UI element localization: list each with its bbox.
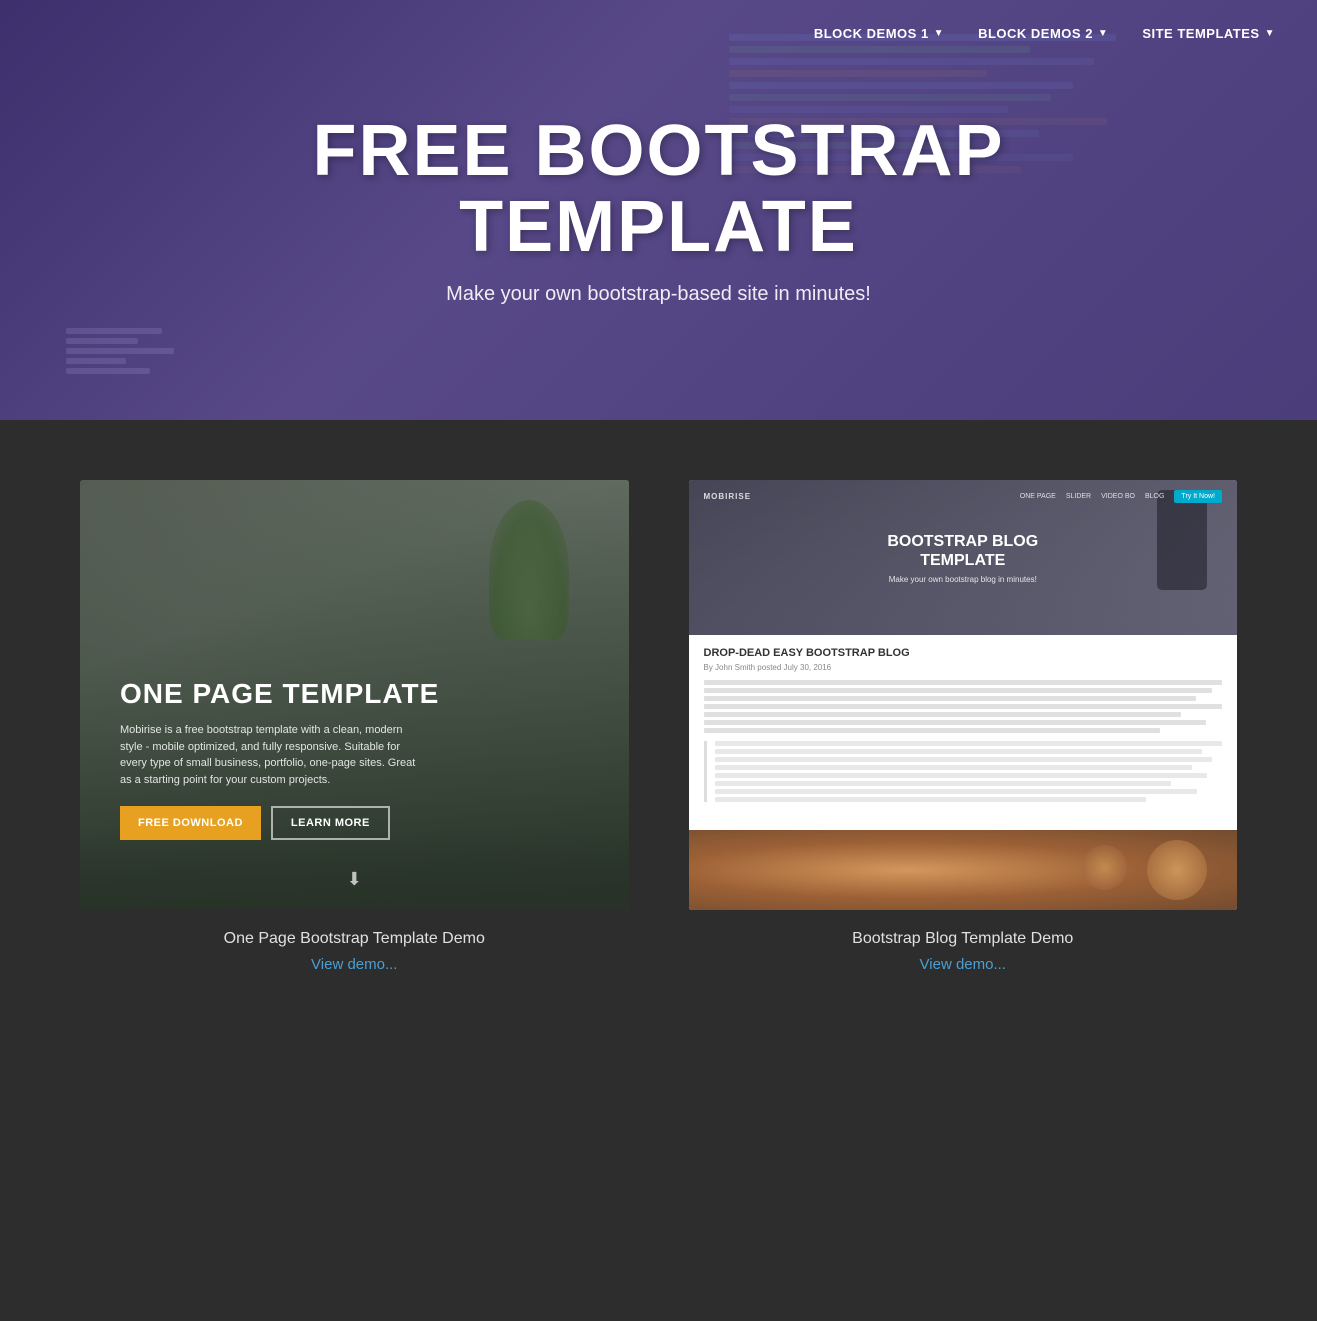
card2-top: MOBIRISE ONE PAGE SLIDER VIDEO BO BLOG T… [689,480,1238,635]
card-blog-image[interactable]: MOBIRISE ONE PAGE SLIDER VIDEO BO BLOG T… [689,480,1238,910]
chevron-down-icon: ▼ [1098,28,1108,39]
hero-subtitle: Make your own bootstrap-based site in mi… [312,283,1004,306]
card2-hero-title: BOOTSTRAP BLOGTEMPLATE Make your own boo… [887,531,1038,583]
hero-left-decoration [66,328,186,378]
nav-link-onepage: ONE PAGE [1020,493,1056,500]
card-one-page-image[interactable]: ONE PAGE TEMPLATE Mobirise is a free boo… [80,480,629,910]
nav-label: SITE TEMPLATES [1142,26,1259,41]
nav-site-templates[interactable]: SITE TEMPLATES ▼ [1130,18,1287,49]
card2-template-subtitle: Make your own bootstrap blog in minutes! [887,575,1038,584]
card1-buttons: FREE DOWNLOAD LEARN MORE [120,806,439,840]
card2-nav-links: ONE PAGE SLIDER VIDEO BO BLOG Try It Now… [1020,490,1222,503]
navigation: BLOCK DEMOS 1 ▼ BLOCK DEMOS 2 ▼ SITE TEM… [772,0,1317,67]
chevron-down-icon: ▼ [934,28,944,39]
card-one-page-link[interactable]: View demo... [311,956,397,973]
card2-article-title: DROP-DEAD EASY BOOTSTRAP BLOG [704,647,1223,659]
nav-cta-button[interactable]: Try It Now! [1174,490,1222,503]
chevron-down-icon: ▼ [1265,28,1275,39]
hero-title: FREE BOOTSTRAP TEMPLATE [312,114,1004,265]
nav-link-slider: SLIDER [1066,493,1091,500]
card2-text-block [704,680,1223,733]
nav-label: BLOCK DEMOS 1 [814,26,929,41]
card-one-page: ONE PAGE TEMPLATE Mobirise is a free boo… [80,480,629,973]
card2-navigation: MOBIRISE ONE PAGE SLIDER VIDEO BO BLOG T… [689,490,1238,503]
nav-label: BLOCK DEMOS 2 [978,26,1093,41]
nav-link-video: VIDEO BO [1101,493,1135,500]
card-blog-link[interactable]: View demo... [920,956,1006,973]
card2-byline: By John Smith posted July 30, 2016 [704,663,1223,672]
nav-link-blog: BLOG [1145,493,1164,500]
hero-content: FREE BOOTSTRAP TEMPLATE Make your own bo… [312,114,1004,306]
card2-template-title: BOOTSTRAP BLOGTEMPLATE [887,531,1038,569]
card-one-page-label: One Page Bootstrap Template Demo [224,930,485,948]
card-blog: MOBIRISE ONE PAGE SLIDER VIDEO BO BLOG T… [689,480,1238,973]
scroll-down-icon: ⬇ [347,869,362,890]
main-content: ONE PAGE TEMPLATE Mobirise is a free boo… [0,420,1317,1053]
nav-block-demos-1[interactable]: BLOCK DEMOS 1 ▼ [802,18,956,49]
card2-brand: MOBIRISE [704,492,752,501]
card2-food-image [689,830,1238,910]
card1-description: Mobirise is a free bootstrap template wi… [120,722,420,788]
learn-more-button[interactable]: LEARN MORE [271,806,390,840]
card-blog-label: Bootstrap Blog Template Demo [852,930,1073,948]
card1-content: ONE PAGE TEMPLATE Mobirise is a free boo… [120,678,439,840]
free-download-button[interactable]: FREE DOWNLOAD [120,806,261,840]
card2-quote-block [704,741,1223,802]
cards-grid: ONE PAGE TEMPLATE Mobirise is a free boo… [80,480,1237,973]
nav-block-demos-2[interactable]: BLOCK DEMOS 2 ▼ [966,18,1120,49]
card1-title: ONE PAGE TEMPLATE [120,678,439,710]
